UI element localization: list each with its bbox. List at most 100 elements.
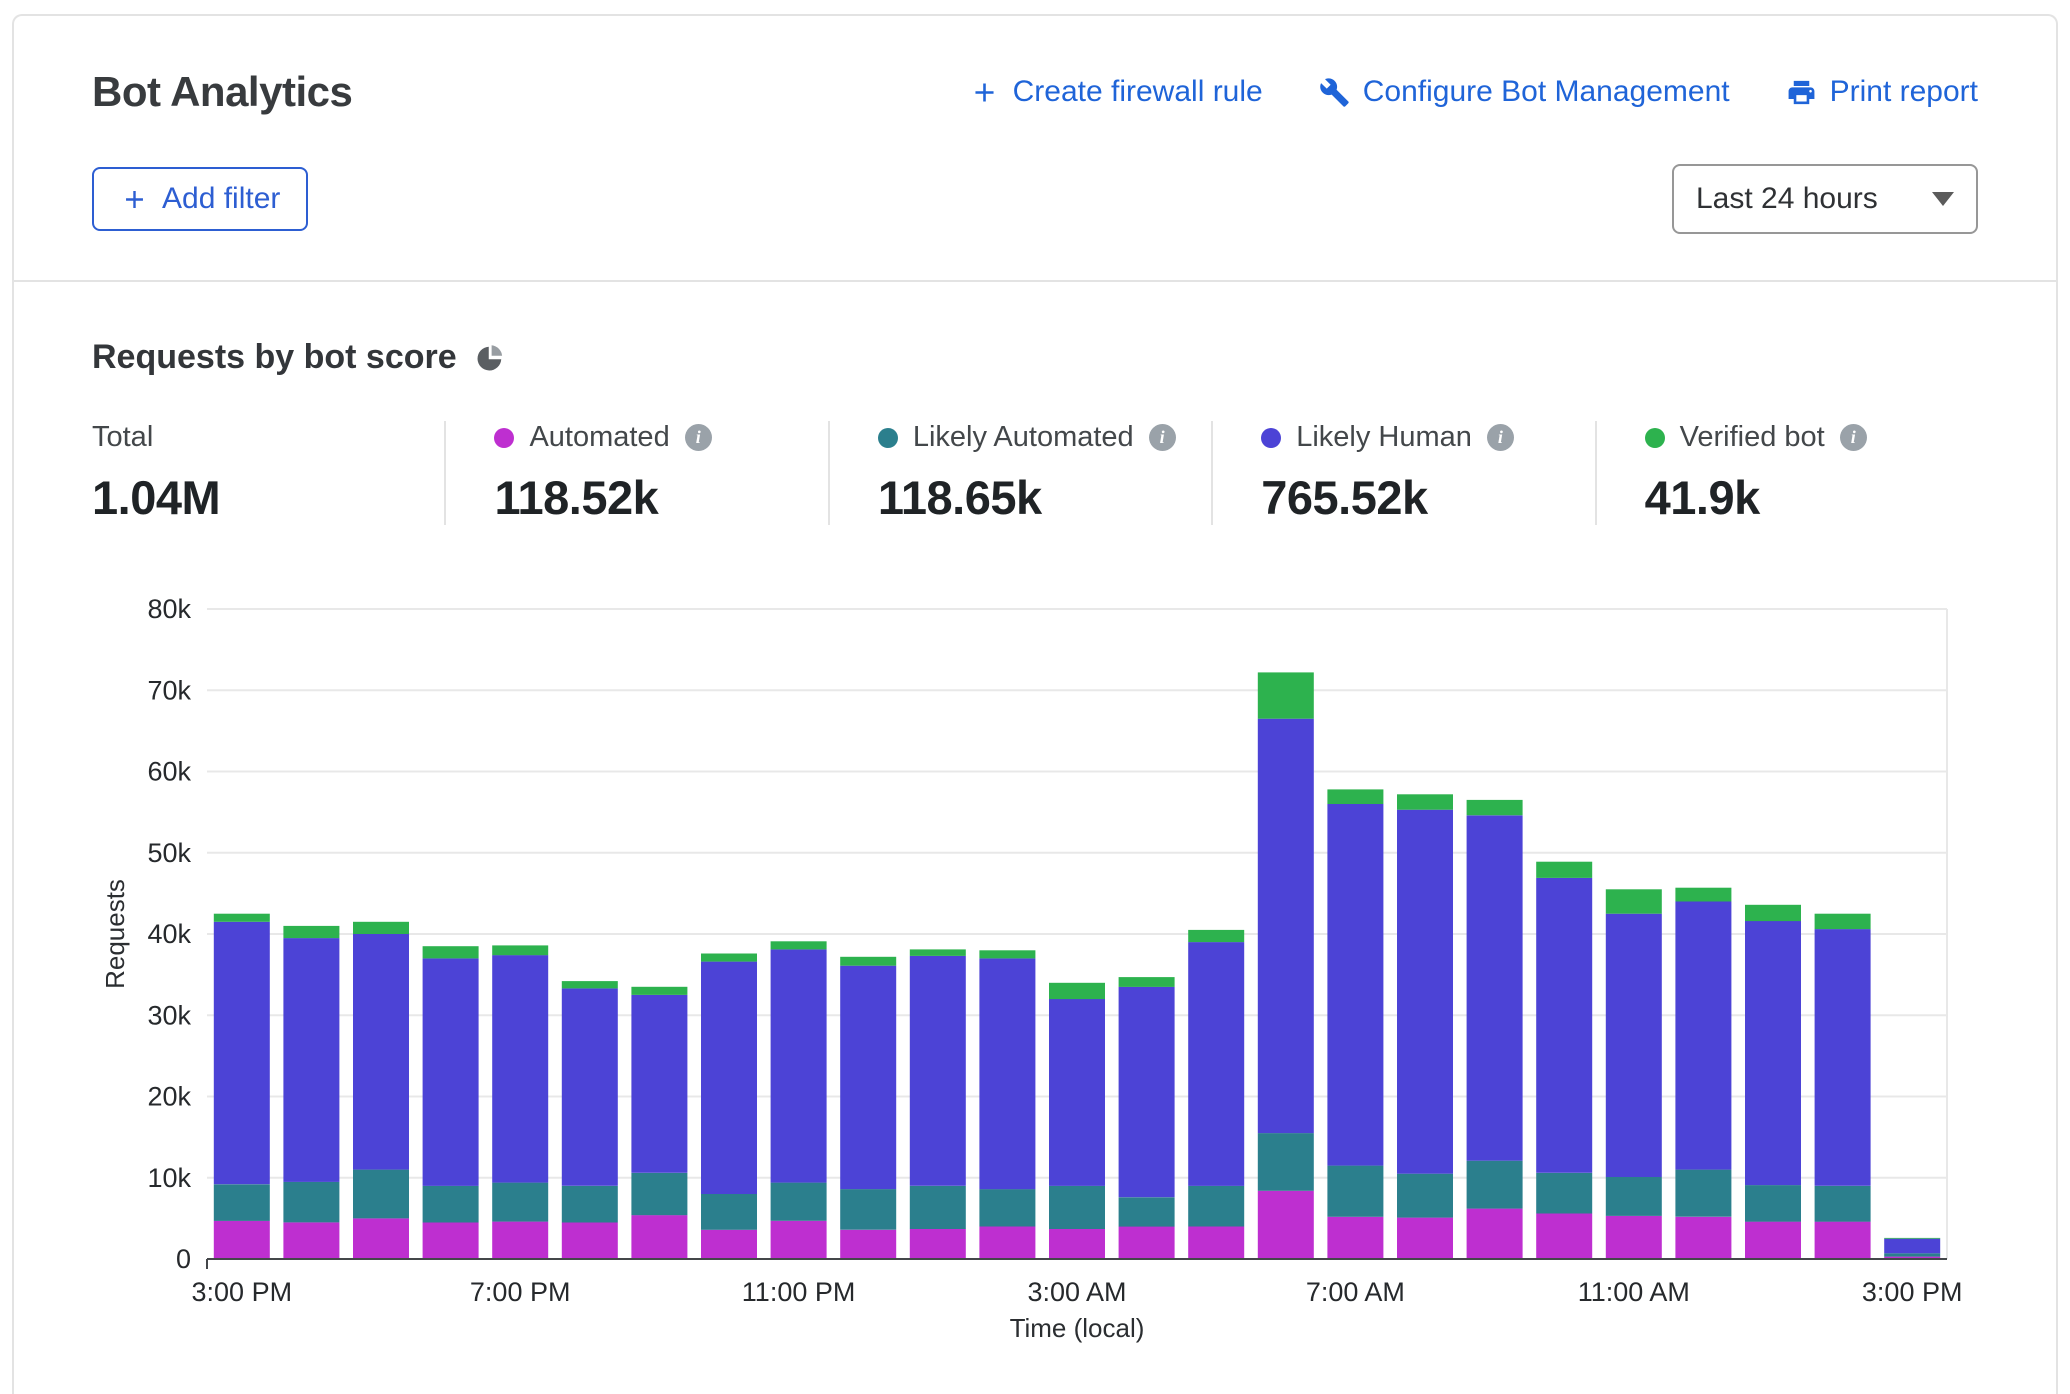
add-filter-label: Add filter bbox=[162, 182, 280, 216]
bar-segment-automated bbox=[1327, 1217, 1383, 1259]
y-tick-label: 30k bbox=[147, 1000, 191, 1030]
y-tick-label: 50k bbox=[147, 838, 191, 868]
bar-segment-likely-automated bbox=[1815, 1186, 1871, 1222]
bar-segment-automated bbox=[1745, 1222, 1801, 1259]
bar-segment-automated bbox=[562, 1222, 618, 1259]
bar-segment-verified-bot bbox=[1119, 977, 1175, 987]
bar-segment-automated bbox=[353, 1218, 409, 1259]
bar-segment-automated bbox=[1675, 1217, 1731, 1259]
y-tick-label: 60k bbox=[147, 757, 191, 787]
configure-bot-management-link[interactable]: Configure Bot Management bbox=[1319, 75, 1730, 109]
stat-total-value: 1.04M bbox=[92, 470, 444, 525]
bar-segment-automated bbox=[214, 1221, 270, 1259]
bar-segment-likely-automated bbox=[979, 1189, 1035, 1226]
stat-likely-human: Likely Human i 765.52k bbox=[1211, 421, 1594, 525]
bar-segment-likely-human bbox=[1815, 929, 1871, 1186]
likely-automated-legend-dot bbox=[878, 428, 898, 448]
bar-segment-verified-bot bbox=[631, 987, 687, 995]
stat-total-label: Total bbox=[92, 421, 153, 454]
time-range-dropdown[interactable]: Last 24 hours bbox=[1672, 164, 1978, 234]
stat-total: Total 1.04M bbox=[92, 421, 444, 525]
stat-verified-bot-value: 41.9k bbox=[1645, 470, 1978, 525]
bar-segment-verified-bot bbox=[1397, 794, 1453, 809]
bar-segment-likely-human bbox=[1188, 942, 1244, 1186]
stacked-bar-chart: Requests Time (local) 010k20k30k40k50k60… bbox=[92, 559, 1972, 1343]
bar-segment-likely-automated bbox=[353, 1170, 409, 1219]
bar-segment-automated bbox=[979, 1227, 1035, 1260]
print-report-label: Print report bbox=[1830, 75, 1978, 109]
add-filter-button[interactable]: Add filter bbox=[92, 167, 308, 231]
time-range-value: Last 24 hours bbox=[1696, 182, 1878, 216]
bar-segment-likely-human bbox=[562, 988, 618, 1185]
bar-segment-likely-automated bbox=[1675, 1170, 1731, 1217]
bar-segment-likely-automated bbox=[701, 1194, 757, 1230]
bar-segment-verified-bot bbox=[979, 950, 1035, 958]
bar-segment-verified-bot bbox=[1745, 905, 1801, 921]
stat-likely-automated: Likely Automated i 118.65k bbox=[828, 421, 1211, 525]
bar-segment-automated bbox=[1119, 1227, 1175, 1260]
bar-segment-automated bbox=[1815, 1222, 1871, 1259]
bar-segment-likely-human bbox=[1327, 804, 1383, 1166]
bar-segment-verified-bot bbox=[1188, 930, 1244, 942]
bar-segment-likely-automated bbox=[492, 1183, 548, 1222]
bar-segment-automated bbox=[840, 1230, 896, 1259]
bar-segment-likely-human bbox=[1119, 987, 1175, 1197]
x-tick-label: 3:00 PM bbox=[192, 1277, 293, 1307]
bar-segment-verified-bot bbox=[353, 922, 409, 934]
x-tick-label: 11:00 PM bbox=[742, 1277, 856, 1307]
x-axis-title: Time (local) bbox=[1010, 1313, 1145, 1343]
bar-segment-likely-human bbox=[423, 958, 479, 1186]
info-icon[interactable]: i bbox=[1149, 424, 1176, 451]
bar-segment-likely-human bbox=[1397, 810, 1453, 1174]
info-icon[interactable]: i bbox=[1487, 424, 1514, 451]
bar-segment-automated bbox=[1188, 1227, 1244, 1260]
bar-segment-verified-bot bbox=[1606, 889, 1662, 913]
bar-segment-verified-bot bbox=[283, 926, 339, 938]
bar-segment-likely-human bbox=[1258, 719, 1314, 1133]
bar-segment-likely-human bbox=[1049, 999, 1105, 1186]
verified-bot-legend-dot bbox=[1645, 428, 1665, 448]
bar-segment-verified-bot bbox=[771, 941, 827, 949]
header-actions: Create firewall rule Configure Bot Manag… bbox=[969, 75, 1978, 109]
bar-segment-likely-human bbox=[631, 995, 687, 1173]
bar-segment-likely-automated bbox=[283, 1182, 339, 1223]
y-tick-label: 70k bbox=[147, 675, 191, 705]
y-tick-label: 0 bbox=[176, 1244, 191, 1274]
stat-verified-bot: Verified bot i 41.9k bbox=[1595, 421, 1978, 525]
bar-segment-likely-human bbox=[771, 949, 827, 1182]
bar-segment-automated bbox=[1467, 1209, 1523, 1259]
plus-icon bbox=[969, 77, 1000, 108]
info-icon[interactable]: i bbox=[685, 424, 712, 451]
x-tick-label: 7:00 PM bbox=[470, 1277, 571, 1307]
bar-segment-likely-automated bbox=[631, 1173, 687, 1215]
bar-segment-verified-bot bbox=[1258, 672, 1314, 718]
bar-segment-likely-human bbox=[840, 966, 896, 1189]
bar-segment-likely-automated bbox=[1745, 1185, 1801, 1222]
bar-segment-automated bbox=[423, 1222, 479, 1259]
y-tick-label: 10k bbox=[147, 1163, 191, 1193]
likely-human-legend-dot bbox=[1261, 428, 1281, 448]
stat-automated-label: Automated bbox=[529, 421, 669, 454]
bar-segment-likely-automated bbox=[1188, 1186, 1244, 1227]
configure-bot-management-label: Configure Bot Management bbox=[1363, 75, 1730, 109]
bar-segment-likely-automated bbox=[214, 1184, 270, 1221]
bar-segment-verified-bot bbox=[1536, 862, 1592, 878]
printer-icon bbox=[1786, 77, 1817, 108]
bar-segment-verified-bot bbox=[562, 981, 618, 988]
info-icon[interactable]: i bbox=[1840, 424, 1867, 451]
bar-segment-automated bbox=[1049, 1229, 1105, 1259]
bar-segment-verified-bot bbox=[1675, 888, 1731, 902]
bar-segment-automated bbox=[910, 1229, 966, 1259]
bar-segment-likely-automated bbox=[562, 1186, 618, 1223]
x-tick-label: 11:00 AM bbox=[1578, 1277, 1690, 1307]
bar-segment-verified-bot bbox=[1884, 1238, 1940, 1239]
bar-segment-verified-bot bbox=[1327, 789, 1383, 804]
bar-segment-likely-human bbox=[283, 938, 339, 1182]
plus-icon bbox=[120, 185, 149, 214]
bar-segment-likely-human bbox=[910, 956, 966, 1186]
bar-segment-likely-human bbox=[1745, 921, 1801, 1185]
print-report-link[interactable]: Print report bbox=[1786, 75, 1978, 109]
create-firewall-rule-link[interactable]: Create firewall rule bbox=[969, 75, 1263, 109]
y-axis-title: Requests bbox=[100, 879, 130, 989]
bar-segment-likely-automated bbox=[771, 1183, 827, 1221]
